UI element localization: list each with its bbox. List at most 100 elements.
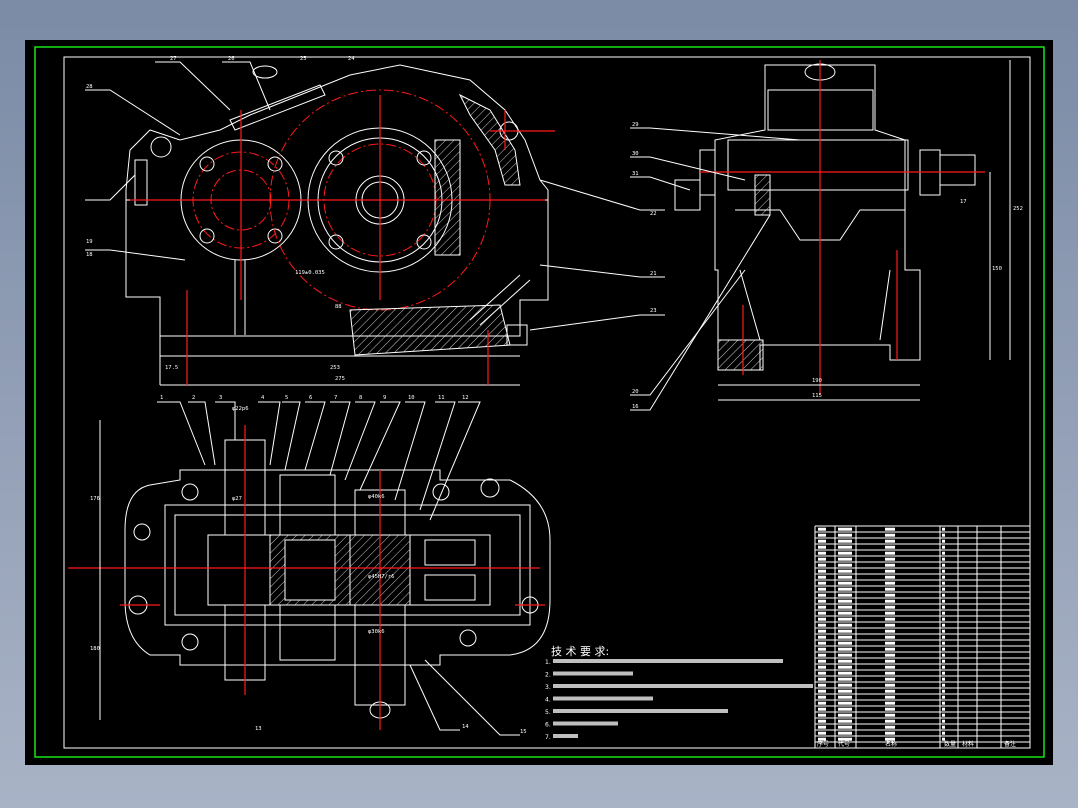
parts-header-cell: 序号 [817,740,829,748]
callout: 12 [462,395,469,401]
callout: 22 [650,211,657,217]
parts-cell-text [838,725,852,729]
parts-header-cell: 备注 [1004,740,1016,748]
parts-cell-text [885,605,895,609]
parts-cell-text [885,713,895,717]
dim: 252 [1013,206,1023,212]
parts-cell-text [818,695,826,699]
parts-cell-text [818,575,826,579]
callout: 18 [86,252,93,258]
parts-cell-text [838,647,852,651]
parts-cell-text [885,593,895,597]
callout: 20 [632,389,639,395]
parts-cell-text [818,557,826,561]
parts-cell-text [838,683,852,687]
callout: 5 [285,395,288,401]
parts-cell-text [838,653,852,657]
parts-cell-text [942,725,945,729]
parts-cell-text [838,719,852,723]
parts-cell-text [942,665,945,669]
callout: 30 [632,151,639,157]
parts-cell-text [885,683,895,687]
parts-cell-text [885,551,895,555]
tech-req-title: 技 术 要 求: [551,645,609,658]
callout: 29 [632,122,639,128]
tech-req-text-block [553,721,618,726]
parts-cell-text [818,653,826,657]
parts-cell-text [838,575,852,579]
parts-cell-text [818,587,826,591]
parts-cell-text [942,557,945,561]
callout: 1 [160,395,163,401]
parts-cell-text [818,731,826,735]
parts-cell-text [885,701,895,705]
parts-cell-text [942,683,945,687]
parts-header-cell: 材料 [962,740,974,748]
callout: 17 [960,199,967,205]
cad-drawing: 27 26 25 24 28 19 18 17.5 253 275 119±0.… [34,46,1045,758]
parts-cell-text [818,623,826,627]
parts-cell-text [838,563,852,567]
parts-cell-text [885,623,895,627]
parts-cell-text [838,593,852,597]
parts-header-cell: 代号 [838,740,850,748]
callout: 4 [261,395,265,401]
parts-cell-text [885,695,895,699]
dim: 115 [812,393,822,399]
parts-cell-text [818,539,826,543]
parts-cell-text [942,713,945,717]
parts-cell-text [942,551,945,555]
parts-cell-text [818,527,826,531]
parts-cell-text [818,641,826,645]
parts-cell-text [942,545,945,549]
parts-cell-text [838,569,852,573]
tech-req-text-block [553,671,633,676]
callout: 6 [309,395,312,401]
parts-cell-text [885,617,895,621]
parts-cell-text [885,641,895,645]
parts-cell-text [885,533,895,537]
callout: 10 [408,395,415,401]
front-view: 27 26 25 24 28 19 18 17.5 253 275 119±0.… [85,56,665,386]
parts-cell-text [818,659,826,663]
callout: 31 [632,171,639,177]
tech-req-text-block [553,734,578,738]
dim: 88 [335,304,342,310]
tech-req-text-block [553,659,783,663]
parts-cell-text [942,695,945,699]
parts-cell-text [885,557,895,561]
parts-cell-text [818,719,826,723]
parts-cell-text [885,689,895,693]
parts-cell-text [942,701,945,705]
callout: 28 [86,84,93,90]
parts-cell-text [838,677,852,681]
dim: φ45H7/r6 [368,574,395,580]
tech-req-line: 3. [545,684,551,691]
parts-cell-text [838,629,852,633]
parts-cell-text [942,599,945,603]
callout: 24 [348,56,355,62]
parts-cell-text [942,539,945,543]
parts-cell-text [885,665,895,669]
callout: 16 [632,404,639,410]
parts-cell-text [838,533,852,537]
tech-req-text-block [553,696,653,701]
tech-req-line: 6. [545,722,551,729]
tech-req-line: 1. [545,659,551,666]
parts-cell-text [818,533,826,537]
parts-cell-text [838,545,852,549]
parts-cell-text [818,635,826,639]
callout: 3 [219,395,222,401]
callout: 7 [334,395,337,401]
plan-view: 1 2 3 4 5 6 7 8 9 10 11 12 13 14 15 φ22p… [68,395,551,736]
callout: 11 [438,395,445,401]
callout: 26 [228,56,235,62]
parts-cell-text [838,605,852,609]
parts-cell-text [885,539,895,543]
parts-header-cell: 数量 [944,740,956,748]
parts-cell-text [818,671,826,675]
parts-cell-text [818,677,826,681]
dim: φ30k6 [368,629,385,635]
parts-cell-text [818,593,826,597]
parts-cell-text [838,611,852,615]
